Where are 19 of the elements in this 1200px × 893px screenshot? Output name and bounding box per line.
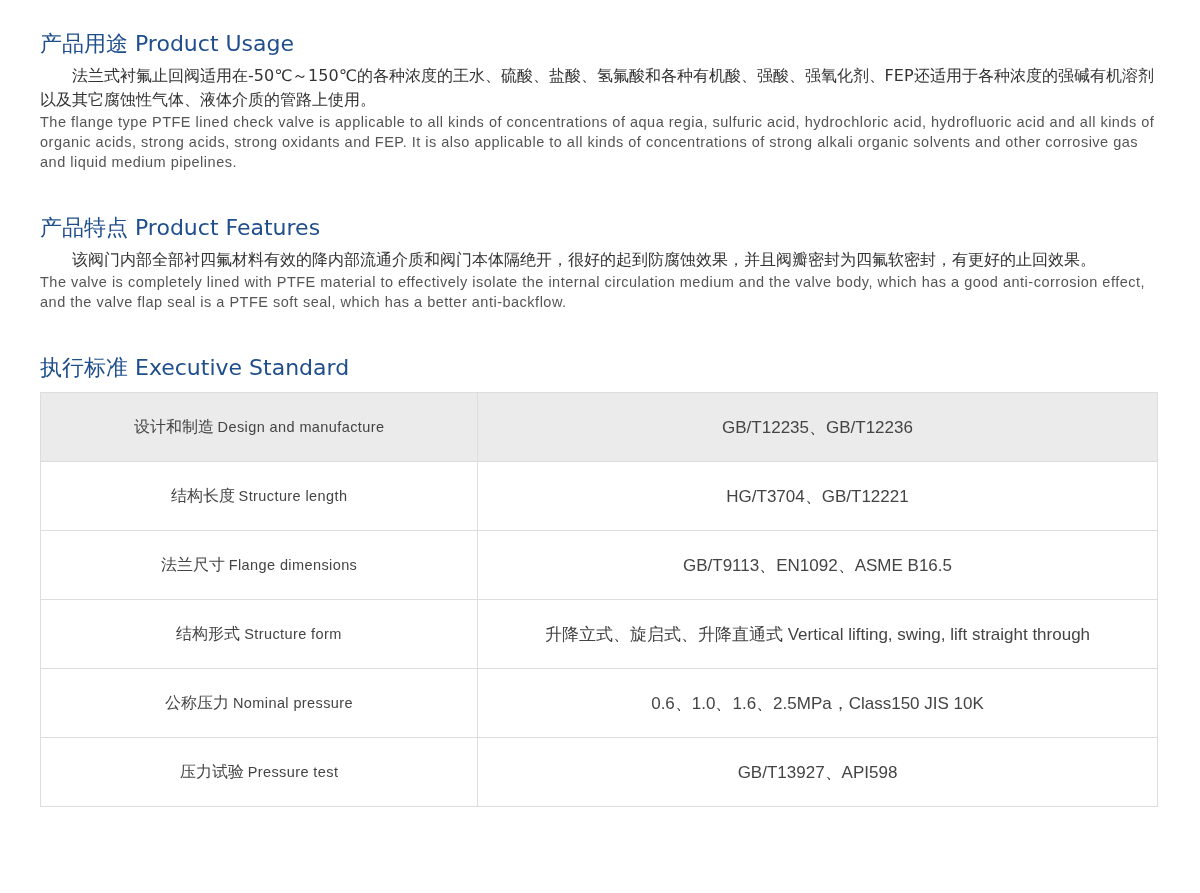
table-cell: 结构长度 Structure length (41, 462, 478, 530)
table-cell: 设计和制造 Design and manufacture (41, 393, 478, 461)
table-cell: 公称压力 Nominal pressure (41, 669, 478, 737)
english-paragraph: The flange type PTFE lined check valve is applicable to all kinds of concentrations of aqua regia, sulfuric acid, hydrochloric acid, hydrofluoric acid and all kinds of organic acids, strong acids, strong oxidants and FEP. It is also applicable to all kinds of concentrations of strong alkali organic solvents and other corrosive gas and liquid medium pipelines. (40, 113, 1156, 172)
table-cell-text: GB/T12235、GB/T12236 (721, 416, 914, 439)
table-cell-text: 0.6、1.0、1.6、2.5MPa，Class150 JIS 10K (650, 692, 985, 715)
table-cell: 结构形式 Structure form (41, 600, 478, 668)
table-cell-text: GB/T9113、EN1092、ASME B16.5 (682, 554, 953, 577)
section-heading: 执行标准 Executive Standard (40, 354, 351, 382)
table-cell-text: HG/T3704、GB/T12221 (725, 485, 910, 508)
chinese-paragraph: 该阀门内部全部衬四氟材料有效的降内部流通介质和阀门本体隔绝开，很好的起到防腐蚀效果，并且阀瓣密封为四氟软密封，有更好的止回效果。 (71, 249, 1097, 271)
english-paragraph: The valve is completely lined with PTFE material to effectively isolate the internal circulation medium and the valve body, which has a good anti-corrosion effect, and the valve flap seal is a PTFE soft seal, which has a better anti-backflow. (40, 273, 1147, 312)
table-cell-text: 升降立式、旋启式、升降直通式 Vertical lifting, swing, lift straight through (543, 623, 1092, 646)
section-heading: 产品特点 Product Features (40, 214, 322, 242)
table-cell: 压力试验 Pressure test (41, 738, 478, 806)
table-cell: 法兰尺寸 Flange dimensions (41, 531, 478, 599)
table-cell-text: GB/T13927、API598 (736, 761, 899, 784)
section-heading: 产品用途 Product Usage (40, 30, 296, 58)
chinese-paragraph: 法兰式衬氟止回阀适用在-50℃～150℃的各种浓度的王水、硫酸、盐酸、氢氟酸和各种有机酸、强酸、强氧化剂、FEP还适用于各种浓度的强碱有机溶剂以及其它腐蚀性气体、液体介质的管路上使用。 (40, 65, 1155, 111)
